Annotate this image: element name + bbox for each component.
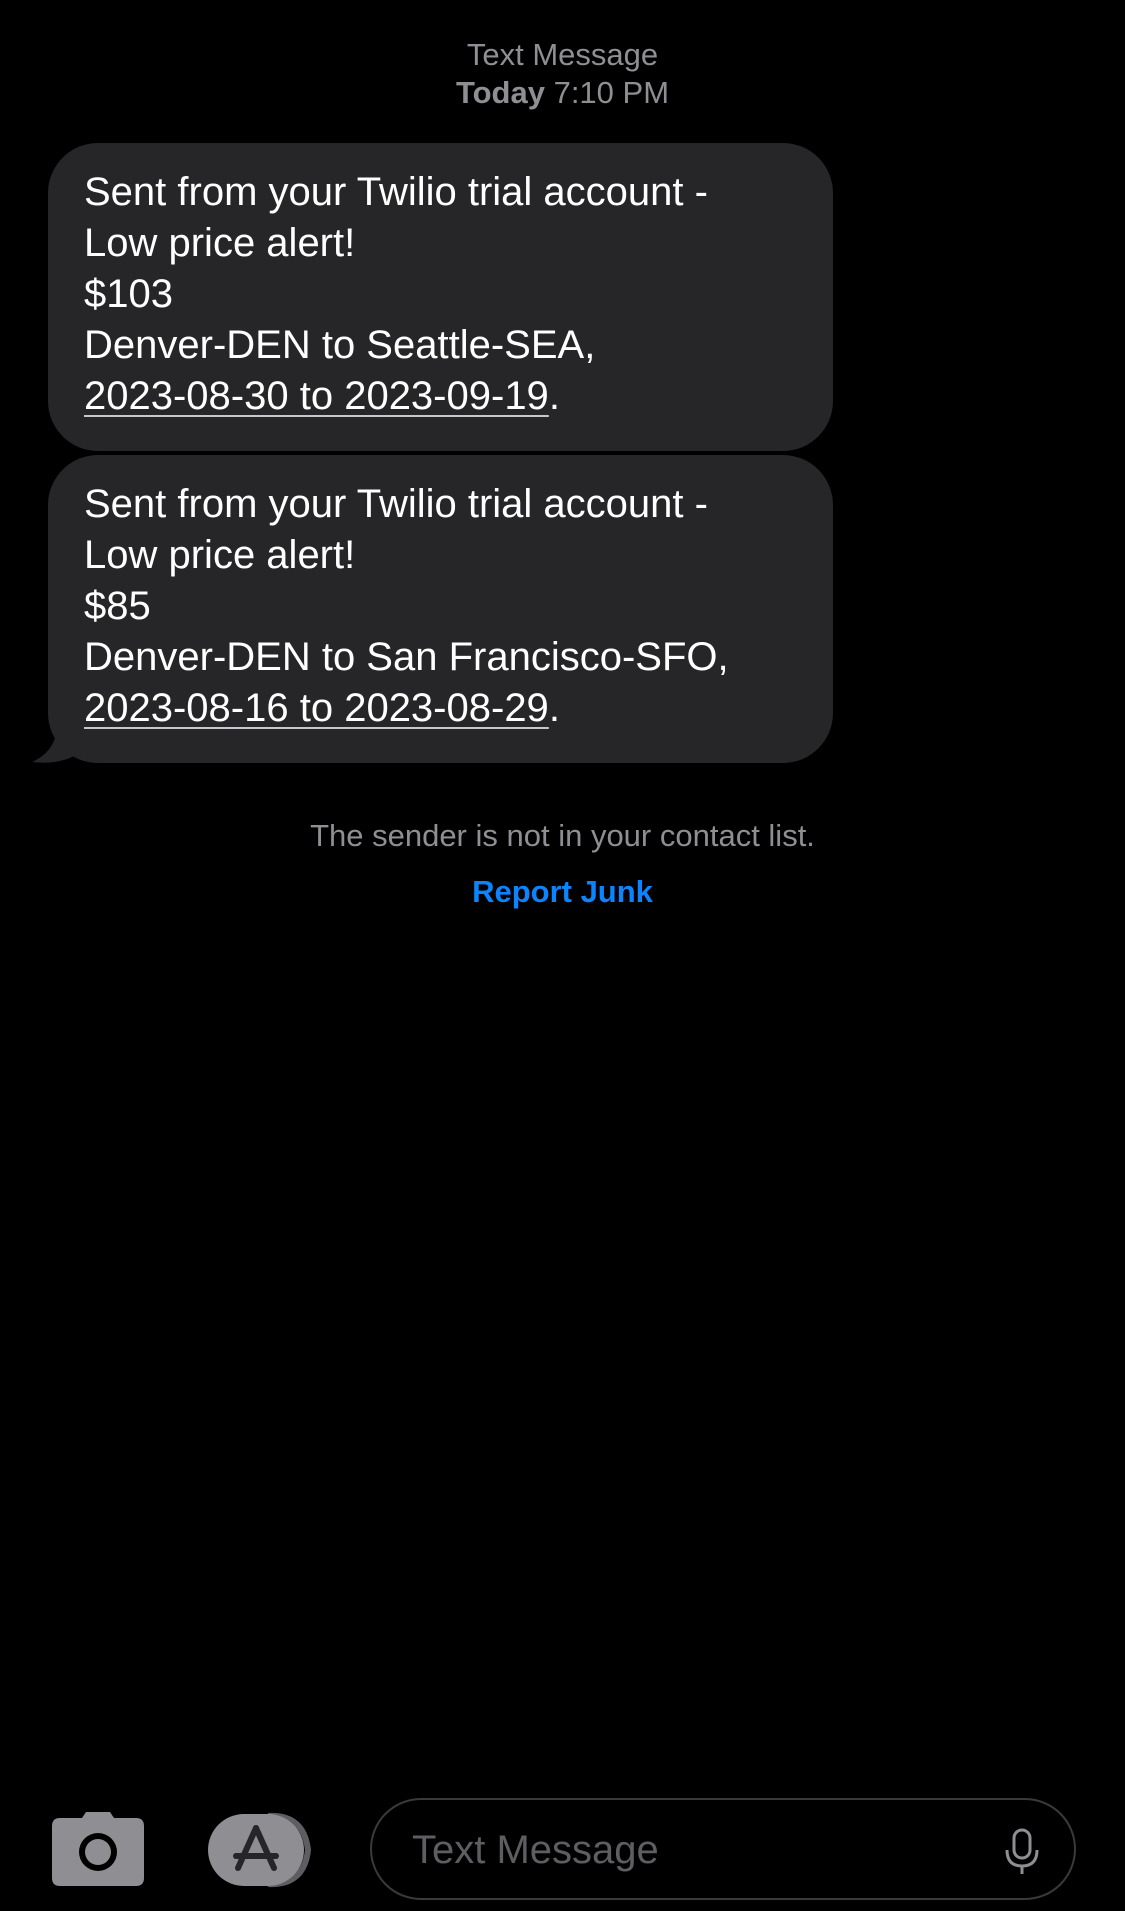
dictation-button[interactable] (1004, 1828, 1040, 1876)
timestamp: Today 7:10 PM (0, 74, 1125, 112)
microphone-icon (1005, 1828, 1039, 1874)
message-bubble[interactable]: Sent from your Twilio trial account - Lo… (48, 143, 833, 451)
camera-button[interactable] (52, 1812, 144, 1886)
message-price: $85 (84, 584, 151, 628)
message-line: Low price alert! (84, 221, 356, 265)
message-composer[interactable] (370, 1798, 1076, 1900)
service-label: Text Message (466, 37, 659, 72)
message-route: Denver-DEN to San Francisco-SFO, (84, 635, 729, 679)
unknown-sender-notice: The sender is not in your contact list. (310, 818, 815, 853)
conversation-header: Text Message Today 7:10 PM (0, 36, 1125, 112)
timestamp-time: 7:10 PM (553, 75, 670, 110)
message-dates-line: 2023-08-16 to 2023-08-29. (84, 683, 797, 734)
camera-icon (52, 1812, 144, 1886)
message-period: . (548, 686, 560, 730)
report-junk-link[interactable]: Report Junk (0, 872, 1125, 912)
message-route: Denver-DEN to Seattle-SEA, (84, 323, 596, 367)
date-range-link[interactable]: 2023-08-30 to 2023-09-19 (84, 374, 549, 418)
message-line: Low price alert! (84, 533, 356, 577)
message-input[interactable] (410, 1820, 974, 1880)
message-bubble[interactable]: Sent from your Twilio trial account - Lo… (48, 455, 833, 763)
message-price: $103 (84, 272, 173, 316)
message-line: Sent from your Twilio trial account - (84, 482, 708, 526)
apps-button[interactable] (208, 1812, 320, 1888)
bubble-tail (32, 718, 78, 763)
message-period: . (548, 374, 560, 418)
message-dates-line: 2023-08-30 to 2023-09-19. (84, 371, 797, 422)
message-line: Sent from your Twilio trial account - (84, 170, 708, 214)
app-store-icon (208, 1812, 312, 1888)
date-range-link[interactable]: 2023-08-16 to 2023-08-29 (84, 686, 549, 730)
timestamp-day: Today (455, 75, 545, 110)
